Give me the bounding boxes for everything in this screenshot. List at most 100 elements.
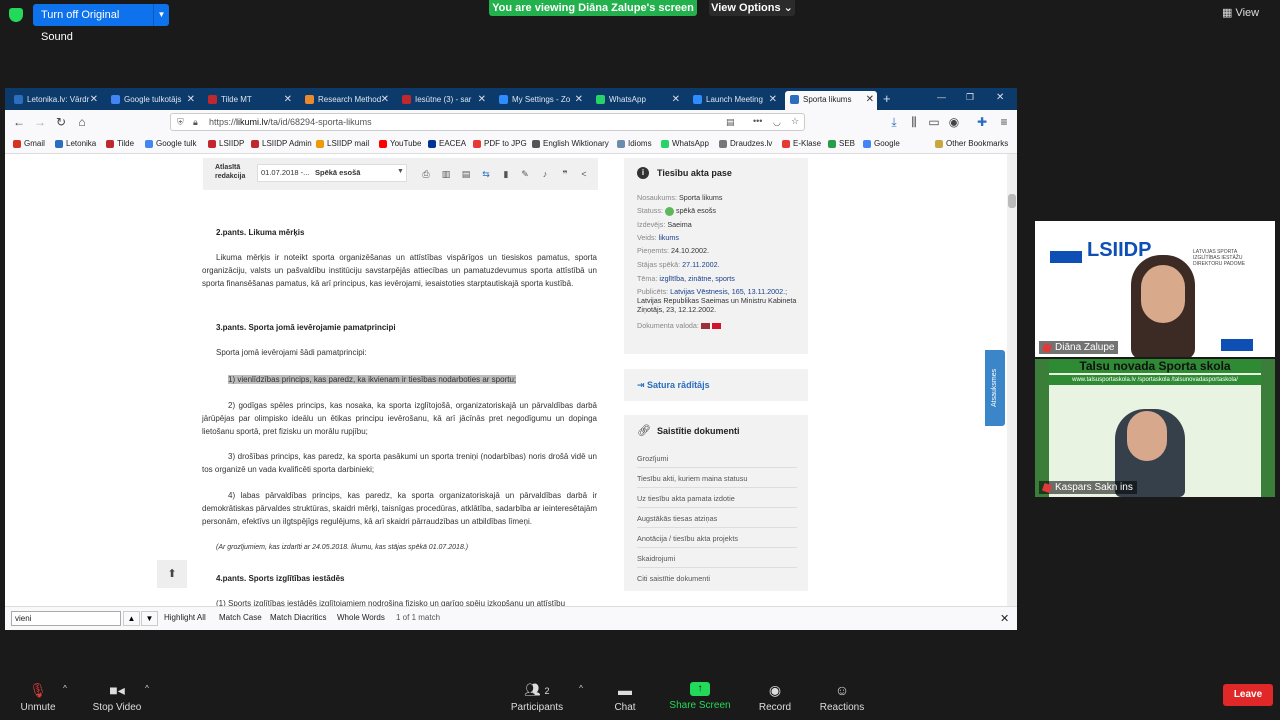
bookmark-lsiidp[interactable]: LSIIDP (208, 139, 244, 148)
match-case-toggle[interactable]: Match Case (219, 613, 262, 622)
reactions-button[interactable]: ☺ Reactions (816, 682, 868, 713)
compare-icon[interactable]: ⇆ (481, 169, 491, 179)
related-link-skaidrojumi[interactable]: Skaidrojumi (637, 554, 797, 568)
related-link-grozijumi[interactable]: Grozījumi (637, 454, 797, 468)
bookmark-star-icon[interactable]: ☆ (791, 113, 799, 129)
minimize-icon[interactable]: — (937, 92, 946, 102)
other-bookmarks[interactable]: Other Bookmarks (935, 139, 1008, 148)
highlight-all-toggle[interactable]: Highlight All (164, 613, 206, 622)
turn-off-original-sound-button[interactable]: Turn off Original Sound (33, 4, 153, 43)
meta-link[interactable]: izglītība, zinātne, sports (659, 274, 735, 283)
find-next-icon[interactable]: ▼ (141, 611, 158, 626)
atsauksmes-tab[interactable]: Atsauksmes (985, 350, 1005, 426)
view-button[interactable]: ▦ View (1222, 6, 1259, 19)
participants-options-icon[interactable]: ^ (576, 684, 586, 693)
menu-icon[interactable]: ≡ (996, 114, 1012, 130)
page-scrollbar[interactable] (1007, 154, 1017, 606)
pin-icon[interactable]: ✎ (520, 169, 530, 179)
uk-flag-icon[interactable] (711, 323, 721, 330)
close-icon[interactable]: ✕ (284, 91, 292, 108)
tab-whatsapp[interactable]: WhatsApp ✕ (591, 91, 683, 110)
bookmark-eklase[interactable]: E-Klase (782, 139, 821, 148)
forward-icon[interactable]: → (32, 114, 48, 130)
bookmark-wiktionary[interactable]: English Wiktionary (532, 139, 609, 148)
latvian-flag-icon[interactable] (700, 323, 710, 330)
view-options-button[interactable]: View Options ⌄ (709, 0, 795, 16)
tab-tilde[interactable]: Tilde MT ✕ (203, 91, 295, 110)
pdf-icon[interactable]: ▥ (441, 169, 451, 179)
find-previous-icon[interactable]: ▲ (123, 611, 140, 626)
satura-raditajs-link[interactable]: ⇥ Satura rādītājs (637, 380, 710, 391)
tab-letonika[interactable]: Letonika.lv: Vārdr ✕ (9, 91, 101, 110)
related-link-status[interactable]: Tiesību akti, kuriem maina statusu (637, 474, 797, 488)
chat-button[interactable]: ▬ Chat (608, 682, 642, 713)
meta-link[interactable]: Latvijas Vēstnesis, 165, 13.11.2002.; (670, 287, 787, 296)
close-icon[interactable]: ✕ (672, 91, 680, 108)
close-icon[interactable]: ✕ (575, 91, 583, 108)
share-screen-button[interactable]: ↑ Share Screen (667, 682, 733, 711)
bookmark-lsiidp-mail[interactable]: LSIIDP mail (316, 139, 369, 148)
url-bar[interactable]: ⛨ 🔒︎ https://likumi.lv/ta/id/68294-sport… (170, 113, 805, 131)
video-tile-diana[interactable]: LSIIDP LATVIJAS SPORTA IZGLĪTĪBAS IESTĀŽ… (1035, 221, 1275, 357)
quote-icon[interactable]: ❞ (560, 169, 570, 179)
satura-raditajs-panel[interactable]: ⇥ Satura rādītājs (624, 369, 808, 401)
tab-launch-meeting[interactable]: Launch Meeting ✕ (688, 91, 780, 110)
related-link-anotacija[interactable]: Anotācija / tiesību akta projekts (637, 534, 797, 548)
scroll-to-top-button[interactable]: ⬆ (157, 560, 187, 588)
sidebar-icon[interactable]: ▭ (926, 114, 942, 130)
window-close-icon[interactable]: ✕ (996, 92, 1004, 103)
close-icon[interactable]: ✕ (187, 91, 195, 108)
close-icon[interactable]: ✕ (478, 91, 486, 108)
bookmark-letonika[interactable]: Letonika (55, 139, 96, 148)
bookmark-icon[interactable]: ▮ (501, 169, 511, 179)
tab-zoom-settings[interactable]: My Settings - Zo ✕ (494, 91, 586, 110)
bookmark-google[interactable]: Google (863, 139, 900, 148)
new-tab-icon[interactable]: + (883, 91, 891, 106)
reload-icon[interactable]: ↻ (53, 114, 69, 130)
tab-gmail[interactable]: Iesūtne (3) - sar ✕ (397, 91, 489, 110)
back-icon[interactable]: ← (11, 114, 27, 130)
library-icon[interactable]: ⫼ (906, 114, 922, 130)
share-icon[interactable]: < (579, 169, 589, 179)
original-sound-dropdown-icon[interactable]: ▼ (153, 4, 169, 26)
account-icon[interactable]: ◉ (946, 114, 962, 130)
record-button[interactable]: ◉ Record (756, 682, 794, 713)
bookmark-tilde[interactable]: Tilde (106, 139, 134, 148)
related-link-atzinas[interactable]: Augstākās tiesas atziņas (637, 514, 797, 528)
downloads-icon[interactable]: ⤓ (886, 114, 902, 130)
reader-view-icon[interactable]: ▤ (726, 114, 735, 130)
bookmark-idioms[interactable]: Idioms (617, 139, 652, 148)
match-diacritics-toggle[interactable]: Match Diacritics (270, 613, 326, 622)
bookmark-gmail[interactable]: Gmail (13, 139, 45, 148)
maximize-icon[interactable]: ❐ (966, 92, 974, 103)
extensions-icon[interactable]: ✚ (974, 114, 990, 130)
tab-research[interactable]: Research Method ✕ (300, 91, 392, 110)
tab-sporta-likums[interactable]: Sporta likums ✕ (785, 91, 877, 110)
close-icon[interactable]: ✕ (769, 91, 777, 108)
audio-options-icon[interactable]: ^ (60, 684, 70, 693)
bell-icon[interactable]: ♪ (540, 169, 550, 179)
home-icon[interactable]: ⌂ (74, 114, 90, 130)
security-shield-icon[interactable] (9, 8, 23, 22)
bookmark-seb[interactable]: SEB (828, 139, 855, 148)
scrollbar-thumb[interactable] (1008, 194, 1016, 208)
related-link-citi[interactable]: Citi saistītie dokumenti (637, 574, 797, 587)
whole-words-toggle[interactable]: Whole Words (337, 613, 385, 622)
bookmark-eacea[interactable]: EACEA (428, 139, 466, 148)
document-icon[interactable]: ▤ (461, 169, 471, 179)
meta-link[interactable]: likums (659, 233, 679, 242)
bookmark-lsiidp-admin[interactable]: LSIIDP Admin (251, 139, 312, 148)
unmute-button[interactable]: 🎙︎ Unmute (18, 682, 58, 713)
bookmark-whatsapp[interactable]: WhatsApp (661, 139, 709, 148)
bookmark-draudzes[interactable]: Draudzes.lv (719, 139, 772, 148)
related-link-izdotie[interactable]: Uz tiesību akta pamata izdotie (637, 494, 797, 508)
close-icon[interactable]: ✕ (381, 91, 389, 108)
tab-google-translate[interactable]: Google tulkotājs ✕ (106, 91, 198, 110)
print-icon[interactable]: ⎙ (421, 169, 431, 179)
close-icon[interactable]: ✕ (90, 91, 98, 108)
page-actions-icon[interactable]: ••• (753, 113, 762, 129)
stop-video-button[interactable]: ■◂ Stop Video (88, 682, 146, 713)
bookmark-pdf-to-jpg[interactable]: PDF to JPG (473, 139, 527, 148)
video-options-icon[interactable]: ^ (142, 684, 152, 693)
meta-link[interactable]: 27.11.2002. (682, 260, 719, 269)
